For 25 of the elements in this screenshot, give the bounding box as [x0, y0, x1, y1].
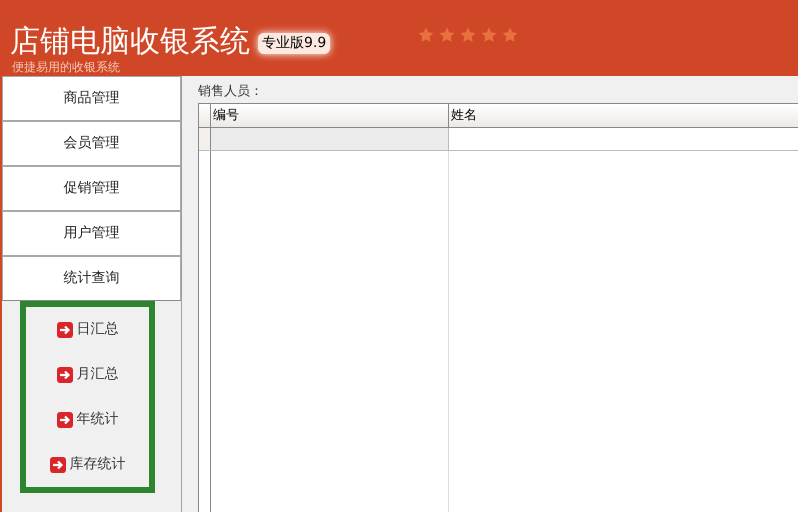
sales-staff-label: 销售人员： [198, 83, 264, 101]
arrow-icon [56, 322, 72, 338]
star-icon [459, 26, 477, 44]
app-title: 店铺电脑收银系统 [10, 24, 250, 60]
arrow-icon [56, 366, 72, 382]
submenu-item[interactable]: 库存统计 [50, 442, 126, 487]
star-icon [480, 26, 498, 44]
column-header[interactable]: 编号 [211, 104, 449, 127]
nav-button[interactable]: 统计查询 [2, 256, 181, 301]
submenu-item[interactable]: 日汇总 [56, 307, 118, 352]
submenu-item[interactable]: 月汇总 [56, 352, 118, 397]
star-icon [417, 26, 435, 44]
nav-button[interactable]: 用户管理 [2, 211, 181, 256]
star-icon [501, 26, 519, 44]
nav-button[interactable]: 促销管理 [2, 166, 181, 211]
arrow-icon [50, 456, 66, 472]
nav-button[interactable]: 会员管理 [2, 121, 181, 166]
column-header[interactable]: 姓名 [449, 104, 798, 127]
arrow-icon [56, 412, 72, 428]
edition-label: 专业版9.9 [258, 33, 330, 54]
star-icon [438, 26, 456, 44]
table-row[interactable] [199, 128, 798, 151]
submenu-item[interactable]: 年统计 [56, 397, 118, 442]
app-subtitle: 便捷易用的收银系统 [12, 60, 121, 74]
nav-button[interactable]: 商品管理 [2, 76, 181, 121]
